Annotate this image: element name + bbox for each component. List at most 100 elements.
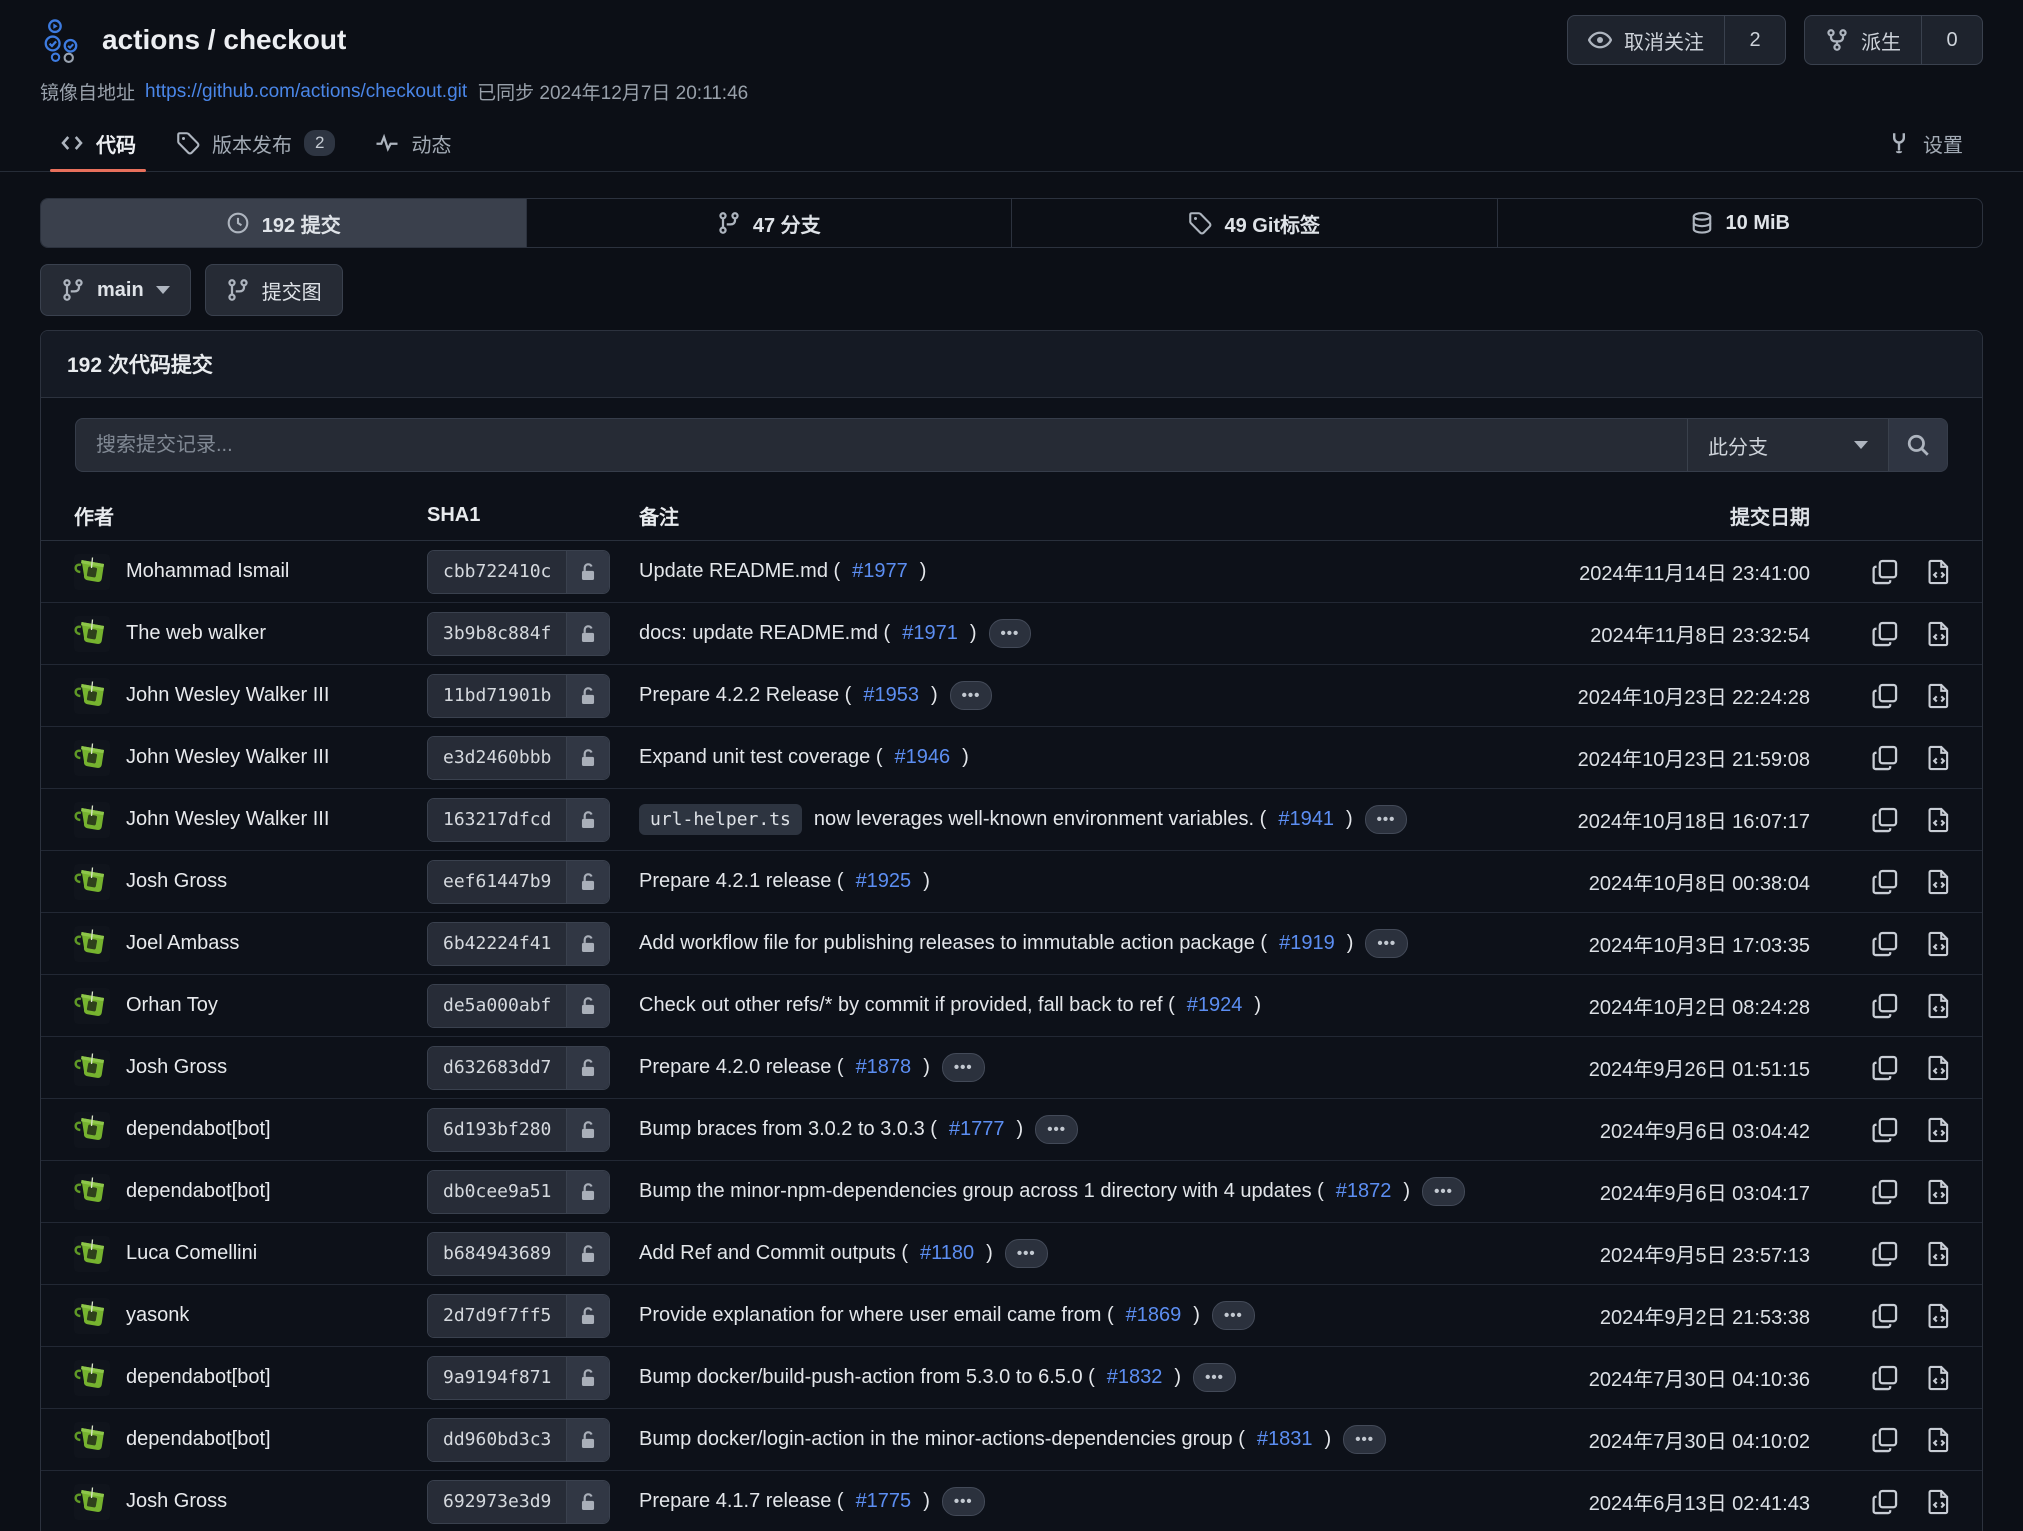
commit-sha-button[interactable]: de5a000abf [427, 984, 610, 1028]
copy-sha-icon[interactable] [1872, 745, 1898, 771]
commit-msg-pre[interactable]: Bump docker/build-push-action from 5.3.0… [639, 1366, 1095, 1389]
copy-sha-icon[interactable] [1872, 1365, 1898, 1391]
commit-author-name[interactable]: Orhan Toy [126, 994, 218, 1017]
commit-more-button[interactable]: ••• [1212, 1301, 1255, 1330]
commit-author-name[interactable]: Mohammad Ismail [126, 560, 289, 583]
avatar[interactable] [74, 554, 110, 590]
commit-more-button[interactable]: ••• [1343, 1425, 1386, 1454]
stat-size[interactable]: 10 MiB [1497, 199, 1983, 247]
copy-sha-icon[interactable] [1872, 1179, 1898, 1205]
browse-source-icon[interactable] [1926, 807, 1952, 833]
copy-sha-icon[interactable] [1872, 1427, 1898, 1453]
branch-scope-dropdown[interactable]: 此分支 [1687, 419, 1888, 471]
browse-source-icon[interactable] [1926, 869, 1952, 895]
commit-sha-button[interactable]: 6d193bf280 [427, 1108, 610, 1152]
tab-code[interactable]: 代码 [40, 115, 156, 171]
commit-msg-pre[interactable]: Prepare 4.2.1 release ( [639, 870, 844, 893]
avatar[interactable] [74, 926, 110, 962]
commit-more-button[interactable]: ••• [1035, 1115, 1078, 1144]
browse-source-icon[interactable] [1926, 1365, 1952, 1391]
avatar[interactable] [74, 1484, 110, 1520]
commit-more-button[interactable]: ••• [942, 1487, 985, 1516]
avatar[interactable] [74, 616, 110, 652]
tab-activity[interactable]: 动态 [355, 115, 471, 171]
commit-author-name[interactable]: The web walker [126, 622, 266, 645]
commit-sha-button[interactable]: 3b9b8c884f [427, 612, 610, 656]
browse-source-icon[interactable] [1926, 1117, 1952, 1143]
copy-sha-icon[interactable] [1872, 869, 1898, 895]
commit-issue-link[interactable]: #1872 [1336, 1180, 1392, 1203]
commit-issue-link[interactable]: #1924 [1187, 994, 1243, 1017]
commit-author-name[interactable]: Joel Ambass [126, 932, 239, 955]
browse-source-icon[interactable] [1926, 683, 1952, 709]
commit-issue-link[interactable]: #1831 [1257, 1428, 1313, 1451]
commit-issue-link[interactable]: #1941 [1278, 808, 1334, 831]
search-button[interactable] [1888, 419, 1947, 471]
browse-source-icon[interactable] [1926, 745, 1952, 771]
commit-author-name[interactable]: dependabot[bot] [126, 1118, 271, 1141]
commit-issue-link[interactable]: #1878 [856, 1056, 912, 1079]
browse-source-icon[interactable] [1926, 559, 1952, 585]
unwatch-button[interactable]: 取消关注 2 [1567, 15, 1786, 65]
commit-author-name[interactable]: John Wesley Walker III [126, 808, 329, 831]
avatar[interactable] [74, 1112, 110, 1148]
commit-msg-pre[interactable]: Add workflow file for publishing release… [639, 932, 1267, 955]
commit-msg-pre[interactable]: Bump the minor-npm-dependencies group ac… [639, 1180, 1324, 1203]
avatar[interactable] [74, 802, 110, 838]
repo-avatar-icon[interactable] [40, 17, 86, 63]
commit-more-button[interactable]: ••• [1365, 805, 1408, 834]
browse-source-icon[interactable] [1926, 1489, 1952, 1515]
commit-issue-link[interactable]: #1977 [852, 560, 908, 583]
commit-sha-button[interactable]: 692973e3d9 [427, 1480, 610, 1524]
commit-msg-pre[interactable]: Check out other refs/* by commit if prov… [639, 994, 1175, 1017]
fork-button[interactable]: 派生 0 [1804, 15, 1983, 65]
commit-sha-button[interactable]: d632683dd7 [427, 1046, 610, 1090]
copy-sha-icon[interactable] [1872, 559, 1898, 585]
copy-sha-icon[interactable] [1872, 683, 1898, 709]
commit-msg-pre[interactable]: Prepare 4.1.7 release ( [639, 1490, 844, 1513]
commit-author-name[interactable]: dependabot[bot] [126, 1366, 271, 1389]
commit-author-name[interactable]: Josh Gross [126, 870, 227, 893]
commit-sha-button[interactable]: eef61447b9 [427, 860, 610, 904]
tab-settings[interactable]: 设置 [1867, 115, 1983, 171]
browse-source-icon[interactable] [1926, 1179, 1952, 1205]
copy-sha-icon[interactable] [1872, 1117, 1898, 1143]
commit-author-name[interactable]: Luca Comellini [126, 1242, 257, 1265]
commit-author-name[interactable]: yasonk [126, 1304, 189, 1327]
commit-sha-button[interactable]: 11bd71901b [427, 674, 610, 718]
commit-msg-pre[interactable]: docs: update README.md ( [639, 622, 890, 645]
browse-source-icon[interactable] [1926, 993, 1952, 1019]
commit-sha-button[interactable]: 9a9194f871 [427, 1356, 610, 1400]
commit-sha-button[interactable]: 163217dfcd [427, 798, 610, 842]
avatar[interactable] [74, 1236, 110, 1272]
commit-msg-pre[interactable]: Prepare 4.2.0 release ( [639, 1056, 844, 1079]
mirror-url-link[interactable]: https://github.com/actions/checkout.git [145, 81, 467, 103]
commit-msg-pre[interactable]: Expand unit test coverage ( [639, 746, 882, 769]
browse-source-icon[interactable] [1926, 1303, 1952, 1329]
avatar[interactable] [74, 1298, 110, 1334]
commit-graph-button[interactable]: 提交图 [205, 264, 343, 316]
avatar[interactable] [74, 1050, 110, 1086]
avatar[interactable] [74, 1422, 110, 1458]
tab-releases[interactable]: 版本发布 2 [156, 115, 355, 171]
commit-issue-link[interactable]: #1777 [949, 1118, 1005, 1141]
commit-sha-button[interactable]: 6b42224f41 [427, 922, 610, 966]
commit-author-name[interactable]: John Wesley Walker III [126, 746, 329, 769]
commit-sha-button[interactable]: cbb722410c [427, 550, 610, 594]
avatar[interactable] [74, 988, 110, 1024]
copy-sha-icon[interactable] [1872, 1489, 1898, 1515]
browse-source-icon[interactable] [1926, 931, 1952, 957]
commit-msg-pre[interactable]: Bump docker/login-action in the minor-ac… [639, 1428, 1245, 1451]
commit-sha-button[interactable]: 2d7d9f7ff5 [427, 1294, 610, 1338]
stat-tags[interactable]: 49 Git标签 [1011, 199, 1497, 247]
commit-issue-link[interactable]: #1180 [920, 1242, 974, 1265]
commit-issue-link[interactable]: #1946 [894, 746, 950, 769]
browse-source-icon[interactable] [1926, 1241, 1952, 1267]
commit-msg-pre[interactable]: Prepare 4.2.2 Release ( [639, 684, 851, 707]
stat-commits[interactable]: 192 提交 [41, 199, 526, 247]
commit-msg-pre[interactable]: Bump braces from 3.0.2 to 3.0.3 ( [639, 1118, 937, 1141]
copy-sha-icon[interactable] [1872, 621, 1898, 647]
stat-branches[interactable]: 47 分支 [526, 199, 1012, 247]
branch-selector[interactable]: main [40, 264, 191, 316]
avatar[interactable] [74, 1174, 110, 1210]
